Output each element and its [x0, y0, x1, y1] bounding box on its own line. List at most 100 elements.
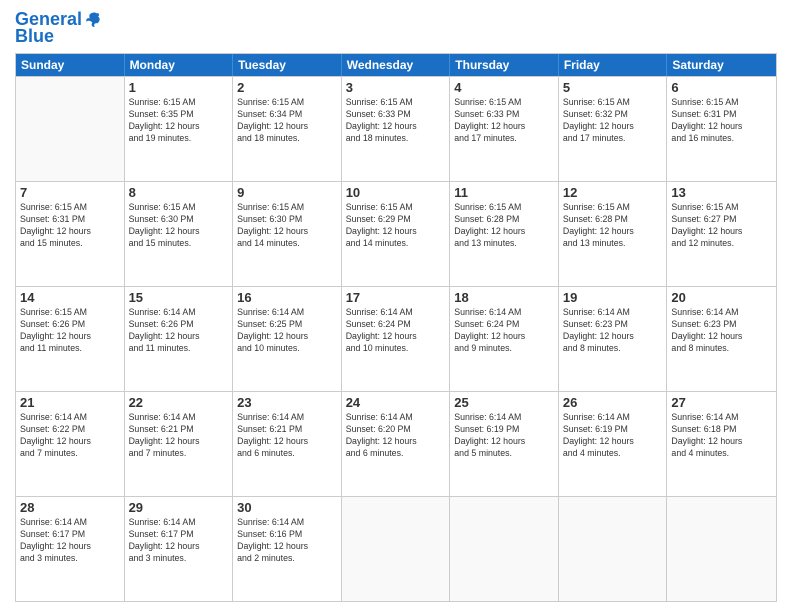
day-number: 27 [671, 395, 772, 410]
day-number: 17 [346, 290, 446, 305]
cell-info: Sunrise: 6:14 AMSunset: 6:21 PMDaylight:… [237, 412, 337, 460]
day-cell-24: 24Sunrise: 6:14 AMSunset: 6:20 PMDayligh… [342, 392, 451, 496]
day-cell-1: 1 Sunrise: 6:15 AMSunset: 6:35 PMDaylight… [125, 77, 234, 181]
day-number: 3 [346, 80, 446, 95]
cell-info: Sunrise: 6:14 AMSunset: 6:24 PMDaylight:… [346, 307, 446, 355]
day-number: 22 [129, 395, 229, 410]
empty-cell [16, 77, 125, 181]
day-number: 21 [20, 395, 120, 410]
page: General Blue SundayMondayTuesdayWednesda… [0, 0, 792, 612]
day-number: 19 [563, 290, 663, 305]
cell-info: Sunrise: 6:15 AMSunset: 6:29 PMDaylight:… [346, 202, 446, 250]
cell-info: Sunrise: 6:15 AMSunset: 6:30 PMDaylight:… [237, 202, 337, 250]
day-header-saturday: Saturday [667, 54, 776, 76]
day-cell-3: 3 Sunrise: 6:15 AMSunset: 6:33 PMDaylight… [342, 77, 451, 181]
day-cell-12: 12Sunrise: 6:15 AMSunset: 6:28 PMDayligh… [559, 182, 668, 286]
cell-info: Sunrise: 6:14 AMSunset: 6:19 PMDaylight:… [454, 412, 554, 460]
day-number: 14 [20, 290, 120, 305]
week-row-3: 14 Sunrise: 6:15 AMSunset: 6:26 PMDayligh… [16, 286, 776, 391]
day-cell-21: 21 Sunrise: 6:14 AMSunset: 6:22 PMDayligh… [16, 392, 125, 496]
day-cell-14: 14 Sunrise: 6:15 AMSunset: 6:26 PMDayligh… [16, 287, 125, 391]
day-cell-15: 15 Sunrise: 6:14 AMSunset: 6:26 PMDayligh… [125, 287, 234, 391]
day-header-sunday: Sunday [16, 54, 125, 76]
cell-info: Sunrise: 6:15 AMSunset: 6:28 PMDaylight:… [454, 202, 554, 250]
cell-info: Sunrise: 6:15 AMSunset: 6:33 PMDaylight:… [346, 97, 446, 145]
day-number: 2 [237, 80, 337, 95]
day-cell-22: 22 Sunrise: 6:14 AMSunset: 6:21 PMDayligh… [125, 392, 234, 496]
day-cell-5: 5 Sunrise: 6:15 AMSunset: 6:32 PMDaylight… [559, 77, 668, 181]
cell-info: Sunrise: 6:14 AMSunset: 6:21 PMDaylight:… [129, 412, 229, 460]
day-number: 28 [20, 500, 120, 515]
empty-cell [450, 497, 559, 601]
day-cell-8: 8 Sunrise: 6:15 AMSunset: 6:30 PMDaylight… [125, 182, 234, 286]
empty-cell [667, 497, 776, 601]
day-number: 23 [237, 395, 337, 410]
day-number: 25 [454, 395, 554, 410]
week-row-4: 21 Sunrise: 6:14 AMSunset: 6:22 PMDayligh… [16, 391, 776, 496]
cell-info: Sunrise: 6:15 AMSunset: 6:34 PMDaylight:… [237, 97, 337, 145]
day-number: 30 [237, 500, 337, 515]
calendar: SundayMondayTuesdayWednesdayThursdayFrid… [15, 53, 777, 602]
cell-info: Sunrise: 6:15 AMSunset: 6:33 PMDaylight:… [454, 97, 554, 145]
day-cell-26: 26 Sunrise: 6:14 AMSunset: 6:19 PMDayligh… [559, 392, 668, 496]
day-cell-2: 2 Sunrise: 6:15 AMSunset: 6:34 PMDaylight… [233, 77, 342, 181]
cell-info: Sunrise: 6:15 AMSunset: 6:27 PMDaylight:… [671, 202, 772, 250]
week-row-1: 1 Sunrise: 6:15 AMSunset: 6:35 PMDaylight… [16, 76, 776, 181]
day-cell-17: 17 Sunrise: 6:14 AMSunset: 6:24 PMDayligh… [342, 287, 451, 391]
day-cell-16: 16Sunrise: 6:14 AMSunset: 6:25 PMDayligh… [233, 287, 342, 391]
day-number: 1 [129, 80, 229, 95]
cell-info: Sunrise: 6:15 AMSunset: 6:35 PMDaylight:… [129, 97, 229, 145]
cell-info: Sunrise: 6:14 AMSunset: 6:22 PMDaylight:… [20, 412, 120, 460]
day-cell-30: 30 Sunrise: 6:14 AMSunset: 6:16 PMDayligh… [233, 497, 342, 601]
day-cell-23: 23 Sunrise: 6:14 AMSunset: 6:21 PMDayligh… [233, 392, 342, 496]
day-number: 18 [454, 290, 554, 305]
day-cell-9: 9Sunrise: 6:15 AMSunset: 6:30 PMDaylight… [233, 182, 342, 286]
day-cell-25: 25 Sunrise: 6:14 AMSunset: 6:19 PMDayligh… [450, 392, 559, 496]
day-number: 29 [129, 500, 229, 515]
cell-info: Sunrise: 6:14 AMSunset: 6:19 PMDaylight:… [563, 412, 663, 460]
logo: General Blue [15, 10, 104, 47]
day-number: 10 [346, 185, 446, 200]
day-number: 26 [563, 395, 663, 410]
cell-info: Sunrise: 6:14 AMSunset: 6:20 PMDaylight:… [346, 412, 446, 460]
cell-info: Sunrise: 6:14 AMSunset: 6:16 PMDaylight:… [237, 517, 337, 565]
empty-cell [559, 497, 668, 601]
cell-info: Sunrise: 6:15 AMSunset: 6:31 PMDaylight:… [671, 97, 772, 145]
day-number: 8 [129, 185, 229, 200]
day-cell-19: 19Sunrise: 6:14 AMSunset: 6:23 PMDayligh… [559, 287, 668, 391]
day-cell-10: 10 Sunrise: 6:15 AMSunset: 6:29 PMDayligh… [342, 182, 451, 286]
day-cell-29: 29Sunrise: 6:14 AMSunset: 6:17 PMDayligh… [125, 497, 234, 601]
day-cell-7: 7 Sunrise: 6:15 AMSunset: 6:31 PMDaylight… [16, 182, 125, 286]
day-header-tuesday: Tuesday [233, 54, 342, 76]
day-header-monday: Monday [125, 54, 234, 76]
day-cell-20: 20 Sunrise: 6:14 AMSunset: 6:23 PMDayligh… [667, 287, 776, 391]
day-cell-11: 11 Sunrise: 6:15 AMSunset: 6:28 PMDayligh… [450, 182, 559, 286]
cell-info: Sunrise: 6:14 AMSunset: 6:18 PMDaylight:… [671, 412, 772, 460]
day-number: 6 [671, 80, 772, 95]
day-cell-28: 28 Sunrise: 6:14 AMSunset: 6:17 PMDayligh… [16, 497, 125, 601]
day-number: 12 [563, 185, 663, 200]
day-number: 13 [671, 185, 772, 200]
cell-info: Sunrise: 6:15 AMSunset: 6:30 PMDaylight:… [129, 202, 229, 250]
calendar-body: 1 Sunrise: 6:15 AMSunset: 6:35 PMDaylight… [16, 76, 776, 601]
logo-bird-icon [84, 10, 104, 30]
week-row-5: 28 Sunrise: 6:14 AMSunset: 6:17 PMDayligh… [16, 496, 776, 601]
cell-info: Sunrise: 6:14 AMSunset: 6:24 PMDaylight:… [454, 307, 554, 355]
cell-info: Sunrise: 6:14 AMSunset: 6:17 PMDaylight:… [20, 517, 120, 565]
day-number: 15 [129, 290, 229, 305]
week-row-2: 7 Sunrise: 6:15 AMSunset: 6:31 PMDaylight… [16, 181, 776, 286]
day-cell-27: 27 Sunrise: 6:14 AMSunset: 6:18 PMDayligh… [667, 392, 776, 496]
cell-info: Sunrise: 6:14 AMSunset: 6:23 PMDaylight:… [671, 307, 772, 355]
day-number: 7 [20, 185, 120, 200]
day-number: 11 [454, 185, 554, 200]
cell-info: Sunrise: 6:14 AMSunset: 6:26 PMDaylight:… [129, 307, 229, 355]
cell-info: Sunrise: 6:15 AMSunset: 6:26 PMDaylight:… [20, 307, 120, 355]
calendar-header: SundayMondayTuesdayWednesdayThursdayFrid… [16, 54, 776, 76]
cell-info: Sunrise: 6:15 AMSunset: 6:31 PMDaylight:… [20, 202, 120, 250]
day-number: 20 [671, 290, 772, 305]
day-number: 4 [454, 80, 554, 95]
empty-cell [342, 497, 451, 601]
cell-info: Sunrise: 6:14 AMSunset: 6:25 PMDaylight:… [237, 307, 337, 355]
day-number: 5 [563, 80, 663, 95]
cell-info: Sunrise: 6:15 AMSunset: 6:32 PMDaylight:… [563, 97, 663, 145]
